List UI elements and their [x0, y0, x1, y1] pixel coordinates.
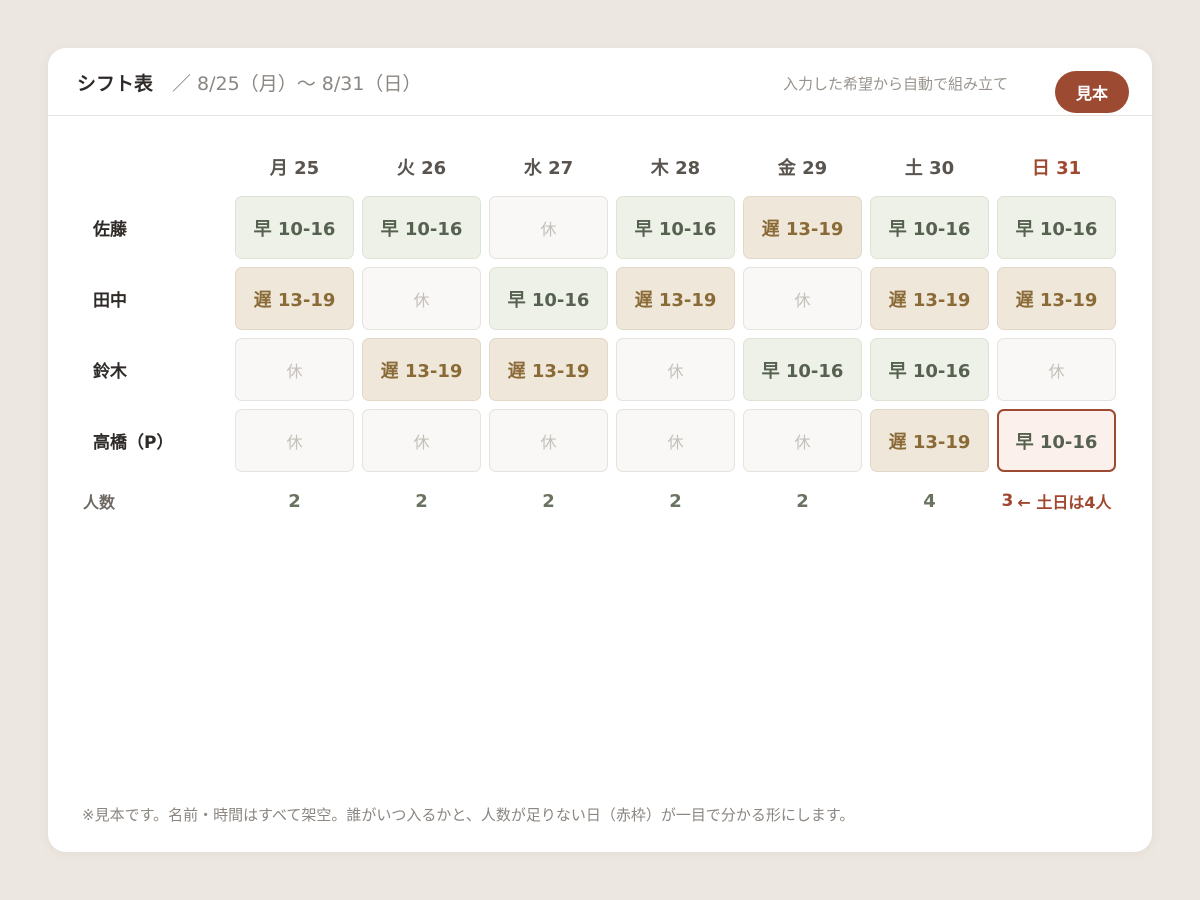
headcount-label: 人数: [83, 493, 116, 512]
shift-cell[interactable]: 休: [489, 409, 608, 472]
shift-cell[interactable]: 早 10-16: [616, 196, 735, 259]
page-title: シフト表: [77, 73, 154, 95]
headcount-value: 3: [1001, 491, 1014, 511]
shift-cell[interactable]: 遅 13-19: [362, 338, 481, 401]
shift-cell[interactable]: 早 10-16: [997, 196, 1116, 259]
staff-name: 田中: [93, 291, 127, 311]
shift-cell[interactable]: 遅 13-19: [870, 409, 989, 472]
shift-cell[interactable]: 早 10-16: [870, 196, 989, 259]
footnote: ※見本です。名前・時間はすべて架空。誰がいつ入るかと、人数が足りない日（赤枠）が…: [82, 806, 855, 824]
understaffed-note: ← 土日は4人: [1017, 493, 1112, 512]
shift-cell[interactable]: 休: [235, 409, 354, 472]
shift-cell[interactable]: 休: [616, 338, 735, 401]
staff-name: 鈴木: [93, 362, 127, 382]
headcount-value: 2: [542, 490, 555, 512]
shift-cell[interactable]: 遅 13-19: [616, 267, 735, 330]
shift-cell[interactable]: 休: [489, 196, 608, 259]
shift-grid: 月 25 火 26 水 27 木 28 金 29 土 30 日 31 佐藤 早 …: [77, 146, 1116, 522]
day-header: 土 30: [904, 158, 955, 179]
date-range: ／ 8/25（月）〜 8/31（日）: [172, 73, 422, 95]
day-header: 金 29: [777, 158, 828, 179]
shift-cell[interactable]: 早 10-16: [235, 196, 354, 259]
shift-cell[interactable]: 遅 13-19: [235, 267, 354, 330]
sample-button[interactable]: 見本: [1055, 71, 1129, 113]
header-subtitle: 入力した希望から自動で組み立て: [783, 75, 1009, 93]
shift-cell[interactable]: 遅 13-19: [489, 338, 608, 401]
shift-cell-understaffed[interactable]: 早 10-16: [997, 409, 1116, 472]
shift-cell[interactable]: 遅 13-19: [997, 267, 1116, 330]
shift-cell[interactable]: 休: [997, 338, 1116, 401]
headcount-value: 4: [923, 490, 936, 512]
shift-cell[interactable]: 休: [743, 267, 862, 330]
shift-cell[interactable]: 休: [362, 409, 481, 472]
day-header: 火 26: [396, 158, 447, 179]
shift-cell[interactable]: 遅 13-19: [870, 267, 989, 330]
staff-name: 高橋（P）: [93, 433, 174, 453]
day-header: 木 28: [650, 158, 701, 179]
card-header: シフト表 ／ 8/25（月）〜 8/31（日） 入力した希望から自動で組み立て …: [48, 48, 1152, 116]
day-header: 月 25: [269, 158, 320, 179]
staff-name: 佐藤: [93, 220, 127, 240]
day-header-sunday: 日 31: [1031, 158, 1082, 179]
grid-corner: [77, 146, 227, 188]
shift-cell[interactable]: 休: [235, 338, 354, 401]
headcount-value: 2: [796, 490, 809, 512]
headcount-warning: 3 ← 土日は4人: [997, 480, 1116, 522]
shift-cell[interactable]: 早 10-16: [489, 267, 608, 330]
headcount-value: 2: [288, 490, 301, 512]
shift-cell[interactable]: 休: [616, 409, 735, 472]
headcount-value: 2: [415, 490, 428, 512]
shift-cell[interactable]: 早 10-16: [362, 196, 481, 259]
shift-card: シフト表 ／ 8/25（月）〜 8/31（日） 入力した希望から自動で組み立て …: [48, 48, 1152, 852]
day-header: 水 27: [523, 158, 574, 179]
shift-cell[interactable]: 遅 13-19: [743, 196, 862, 259]
shift-cell[interactable]: 休: [362, 267, 481, 330]
shift-cell[interactable]: 早 10-16: [743, 338, 862, 401]
shift-cell[interactable]: 早 10-16: [870, 338, 989, 401]
shift-cell[interactable]: 休: [743, 409, 862, 472]
headcount-value: 2: [669, 490, 682, 512]
